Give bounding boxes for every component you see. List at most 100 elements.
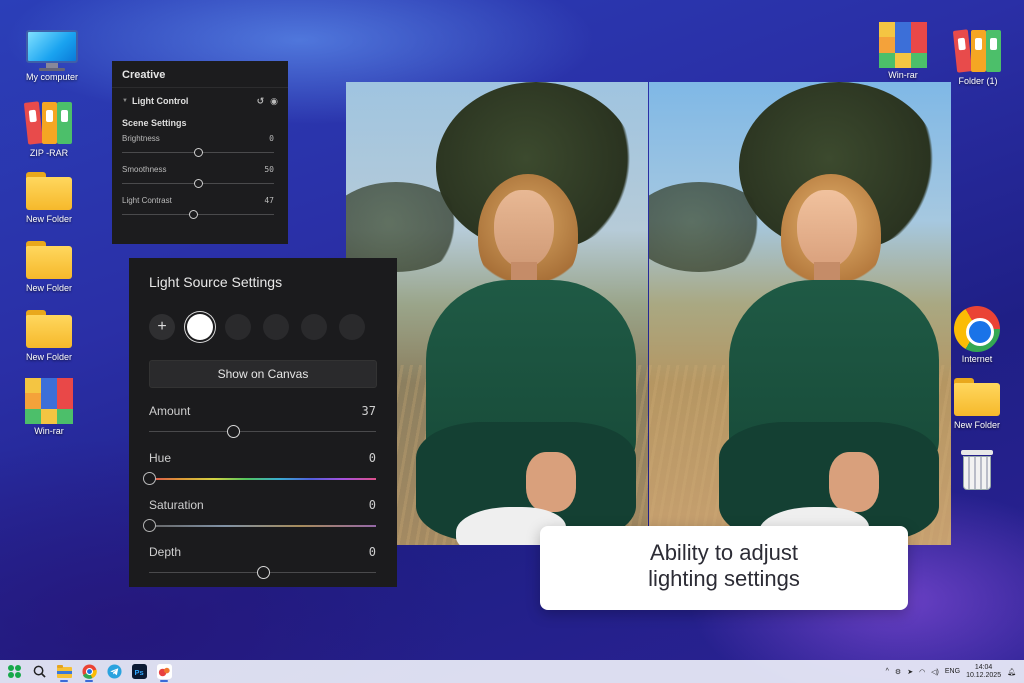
photoshop-icon: Ps bbox=[131, 664, 147, 679]
amount-slider-row: Amount 37 bbox=[129, 396, 397, 443]
windows-start-icon bbox=[7, 665, 21, 678]
desktop-icon-win-rar-right[interactable]: Win-rar bbox=[870, 22, 936, 80]
chrome-icon bbox=[81, 664, 97, 679]
light-source-panel: Light Source Settings + Show on Canvas A… bbox=[129, 258, 397, 587]
desktop-icon-new-folder-right[interactable]: New Folder bbox=[944, 376, 1010, 430]
desktop-icon-recycle-bin[interactable] bbox=[944, 446, 1010, 494]
desktop-icon-label: Internet bbox=[961, 354, 993, 364]
desktop-icon-folder-1[interactable]: Folder (1) bbox=[945, 28, 1011, 86]
eye-icon[interactable]: ◉ bbox=[270, 96, 278, 107]
svg-text:Ps: Ps bbox=[134, 668, 143, 677]
scene-settings-label: Scene Settings bbox=[122, 118, 187, 128]
desktop-icon-label: My computer bbox=[25, 72, 78, 82]
telegram-tray-icon[interactable]: ➤ bbox=[907, 668, 913, 676]
depth-slider-handle[interactable] bbox=[256, 566, 270, 579]
smoothness-value: 50 bbox=[264, 165, 274, 174]
saturation-value: 0 bbox=[368, 498, 376, 512]
hue-value: 0 bbox=[368, 451, 376, 465]
start-button[interactable] bbox=[3, 661, 25, 683]
light-contrast-slider-row: Light Contrast 47 bbox=[112, 196, 288, 227]
collapse-triangle-icon[interactable]: ▼ bbox=[122, 98, 128, 104]
saturation-slider[interactable] bbox=[143, 519, 376, 532]
chrome-icon bbox=[954, 306, 1000, 352]
smoothness-label: Smoothness bbox=[122, 165, 167, 174]
brightness-slider[interactable] bbox=[122, 148, 274, 157]
folder-icon bbox=[24, 239, 74, 281]
caption-card: Ability to adjust lighting settings bbox=[540, 526, 908, 610]
desktop-icon-zip-rar[interactable]: ZIP -RAR bbox=[16, 100, 82, 158]
taskbar-app-red[interactable] bbox=[153, 661, 175, 683]
add-light-source-button[interactable]: + bbox=[149, 314, 175, 340]
file-explorer-icon bbox=[56, 665, 72, 678]
light-contrast-value: 47 bbox=[264, 196, 274, 205]
search-button[interactable] bbox=[28, 661, 50, 683]
light-contrast-label: Light Contrast bbox=[122, 196, 172, 205]
desktop-icon-label: New Folder bbox=[25, 352, 72, 362]
photo-app-icon bbox=[156, 664, 172, 679]
taskbar-file-explorer[interactable] bbox=[53, 661, 75, 683]
desktop-icon-label: ZIP -RAR bbox=[29, 148, 69, 158]
hue-slider[interactable] bbox=[143, 472, 376, 485]
depth-label: Depth bbox=[149, 545, 182, 559]
brightness-value: 0 bbox=[269, 134, 274, 143]
system-tray: ^ ⚙ ➤ ◠ ◁) ENG 14:04 10.12.2025 🔔︎ bbox=[886, 664, 1024, 680]
taskbar-photoshop[interactable]: Ps bbox=[128, 661, 150, 683]
smoothness-slider-handle[interactable] bbox=[194, 179, 203, 188]
taskbar-telegram[interactable] bbox=[103, 661, 125, 683]
brightness-slider-row: Brightness 0 bbox=[112, 134, 288, 165]
light-source-title: Light Source Settings bbox=[149, 274, 283, 290]
caption-line-1: Ability to adjust bbox=[650, 540, 798, 565]
light-source-swatch[interactable] bbox=[225, 314, 251, 340]
volume-icon[interactable]: ◁) bbox=[931, 668, 939, 676]
chevron-up-icon[interactable]: ^ bbox=[886, 668, 889, 675]
winrar-icon bbox=[879, 22, 927, 68]
hue-slider-handle[interactable] bbox=[143, 472, 156, 485]
light-source-swatch-selected[interactable] bbox=[187, 314, 213, 340]
notification-bell-icon[interactable]: 🔔︎ bbox=[1007, 668, 1016, 676]
light-control-section[interactable]: ▼ Light Control ↺ ◉ bbox=[112, 88, 288, 114]
saturation-slider-handle[interactable] bbox=[143, 519, 156, 532]
smoothness-slider[interactable] bbox=[122, 179, 274, 188]
desktop-icon-my-computer[interactable]: My computer bbox=[19, 30, 85, 82]
depth-value: 0 bbox=[368, 545, 376, 559]
amount-slider[interactable] bbox=[149, 425, 376, 438]
folder-icon bbox=[24, 308, 74, 350]
clock-date: 10.12.2025 bbox=[966, 671, 1002, 679]
archive-binders-icon bbox=[952, 28, 1003, 74]
desktop-icon-win-rar[interactable]: Win-rar bbox=[16, 378, 82, 436]
show-on-canvas-button[interactable]: Show on Canvas bbox=[149, 360, 377, 388]
desktop-icon-label: Win-rar bbox=[34, 426, 64, 436]
light-control-label: Light Control bbox=[131, 96, 189, 106]
hue-label: Hue bbox=[149, 451, 172, 465]
brightness-slider-handle[interactable] bbox=[194, 148, 203, 157]
desktop-icon-label: New Folder bbox=[953, 420, 1000, 430]
light-source-swatch[interactable] bbox=[301, 314, 327, 340]
amount-label: Amount bbox=[149, 404, 191, 418]
wifi-icon[interactable]: ◠ bbox=[919, 668, 925, 676]
amount-slider-handle[interactable] bbox=[226, 425, 240, 438]
desktop-icon-label: Win-rar bbox=[888, 70, 918, 80]
depth-slider-row: Depth 0 bbox=[129, 537, 397, 584]
depth-slider[interactable] bbox=[149, 566, 376, 579]
network-icon[interactable]: ⚙ bbox=[895, 668, 901, 676]
desktop-icon-new-folder-1[interactable]: New Folder bbox=[16, 170, 82, 224]
taskbar-chrome[interactable] bbox=[78, 661, 100, 683]
folder-icon bbox=[24, 170, 74, 212]
smoothness-slider-row: Smoothness 50 bbox=[112, 165, 288, 196]
desktop-icon-internet[interactable]: Internet bbox=[944, 306, 1010, 364]
brightness-label: Brightness bbox=[122, 134, 160, 143]
saturation-label: Saturation bbox=[149, 498, 204, 512]
language-indicator[interactable]: ENG bbox=[945, 668, 960, 675]
light-contrast-slider[interactable] bbox=[122, 210, 274, 219]
light-source-swatch[interactable] bbox=[263, 314, 289, 340]
amount-value: 37 bbox=[361, 404, 376, 418]
light-source-swatch[interactable] bbox=[339, 314, 365, 340]
light-contrast-slider-handle[interactable] bbox=[189, 210, 199, 219]
photo-comparison bbox=[346, 82, 951, 545]
desktop-icon-new-folder-2[interactable]: New Folder bbox=[16, 239, 82, 293]
desktop-icon-new-folder-3[interactable]: New Folder bbox=[16, 308, 82, 362]
caption-line-2: lighting settings bbox=[648, 566, 800, 591]
desktop-icon-label: New Folder bbox=[25, 283, 72, 293]
reset-icon[interactable]: ↺ bbox=[257, 96, 265, 107]
clock[interactable]: 14:04 10.12.2025 bbox=[966, 664, 1001, 680]
